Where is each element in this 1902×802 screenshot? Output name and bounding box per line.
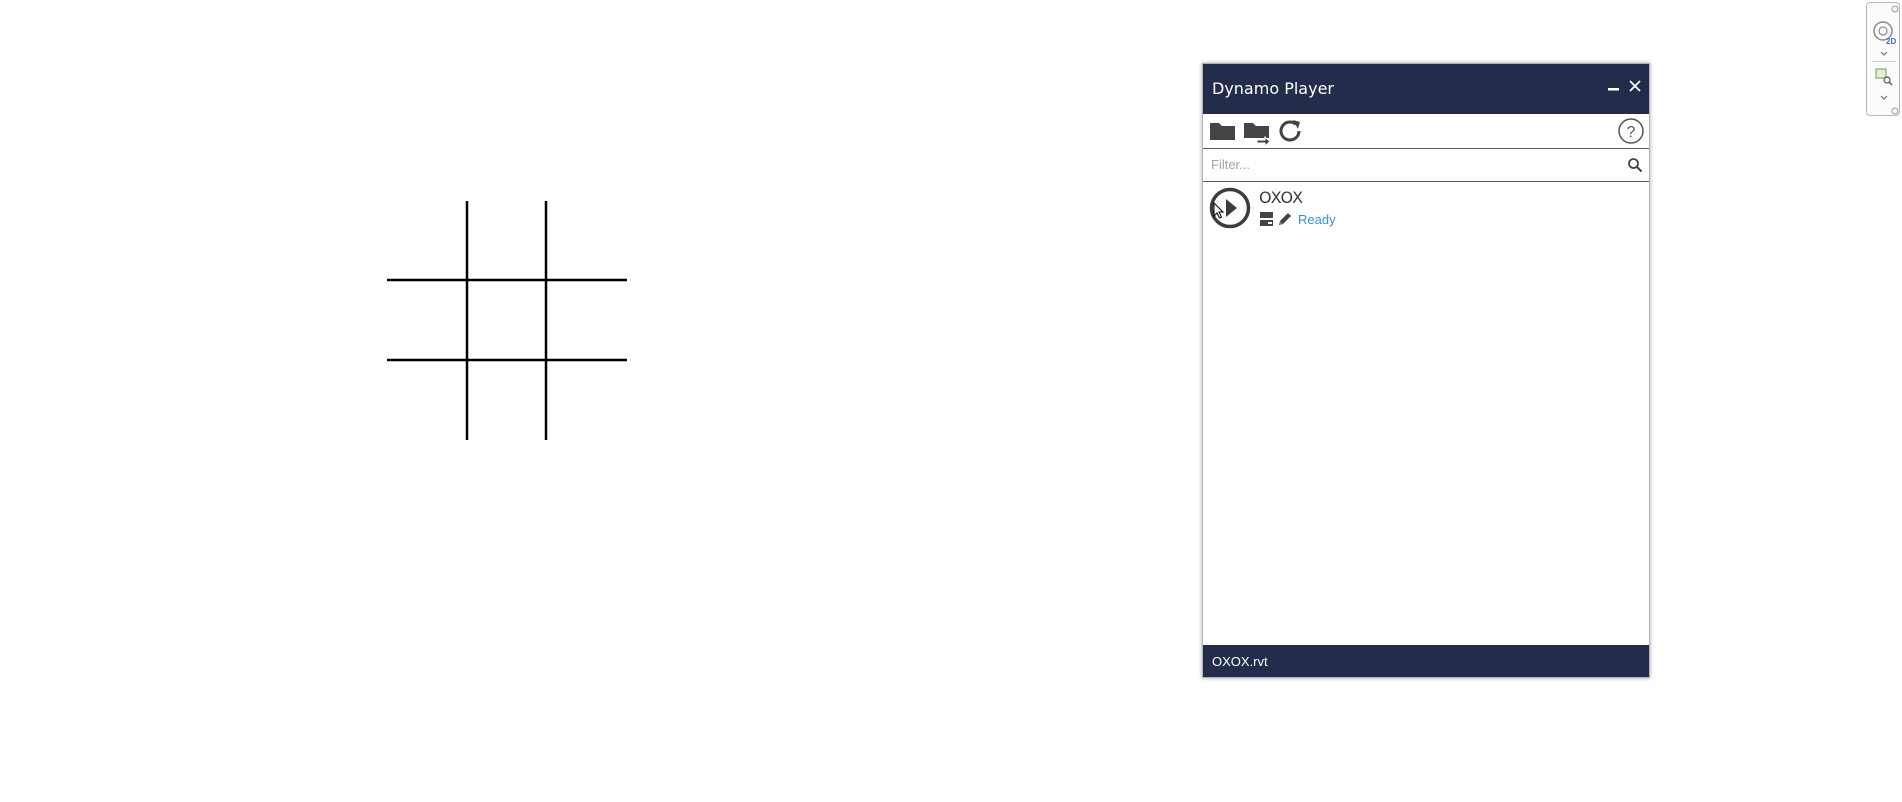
board-cell-8[interactable]	[547, 361, 625, 439]
edit-icon[interactable]	[1277, 211, 1293, 227]
close-small-icon[interactable]	[1891, 5, 1899, 13]
help-label: ?	[1627, 124, 1636, 141]
panel-titlebar[interactable]: Dynamo Player	[1203, 64, 1649, 114]
board-cell-6[interactable]	[387, 361, 465, 439]
zoom-region-icon	[1875, 68, 1893, 86]
list-item[interactable]: OXOX Ready	[1203, 182, 1649, 232]
chevron-down-icon[interactable]	[1880, 95, 1888, 101]
chevron-down-icon[interactable]	[1880, 51, 1888, 57]
run-graph-button[interactable]	[1209, 187, 1251, 229]
divider	[1872, 61, 1896, 62]
close-icon	[1629, 80, 1641, 92]
board-cells[interactable]	[387, 201, 625, 439]
board-cell-4[interactable]	[467, 281, 545, 359]
dynamo-player-panel: Dynamo Player ? Filter... OXOX Ready OXO…	[1202, 63, 1650, 678]
graph-name: OXOX	[1259, 188, 1304, 207]
zoom-button[interactable]	[1871, 65, 1897, 89]
settings-small-icon[interactable]	[1891, 107, 1899, 115]
refresh-icon	[1279, 120, 1301, 142]
view-mode-label: 2D	[1886, 37, 1897, 46]
filter-input[interactable]	[1211, 154, 1611, 174]
inputs-icon[interactable]	[1259, 211, 1275, 227]
filter-bar	[1203, 149, 1649, 182]
open-folder-button[interactable]	[1208, 117, 1238, 145]
board-cell-5[interactable]	[547, 281, 625, 359]
browse-folder-button[interactable]	[1242, 117, 1272, 148]
folder-arrow-icon	[1244, 123, 1271, 148]
folder-icon	[1210, 123, 1235, 140]
document-filename: OXOX.rvt	[1212, 654, 1268, 669]
status-badge: Ready	[1298, 212, 1336, 227]
panel-toolbar: ?	[1203, 114, 1649, 149]
panel-footer: OXOX.rvt	[1203, 645, 1649, 677]
mouse-cursor-icon	[1213, 202, 1225, 219]
board-cell-3[interactable]	[387, 281, 465, 359]
board-cell-0[interactable]	[387, 201, 465, 279]
help-button[interactable]: ?	[1616, 117, 1646, 145]
close-button[interactable]	[1625, 76, 1645, 98]
minimize-icon	[1608, 88, 1619, 91]
board-cell-2[interactable]	[547, 201, 625, 279]
help-icon: ?	[1618, 118, 1644, 144]
refresh-button[interactable]	[1276, 117, 1306, 145]
panel-title: Dynamo Player	[1212, 79, 1334, 98]
minimize-button[interactable]	[1604, 76, 1624, 98]
search-icon[interactable]	[1627, 157, 1643, 173]
board-cell-7[interactable]	[467, 361, 545, 439]
board-cell-1[interactable]	[467, 201, 545, 279]
graph-list: OXOX Ready	[1203, 182, 1649, 642]
navigation-bar: 2D	[1866, 2, 1900, 116]
